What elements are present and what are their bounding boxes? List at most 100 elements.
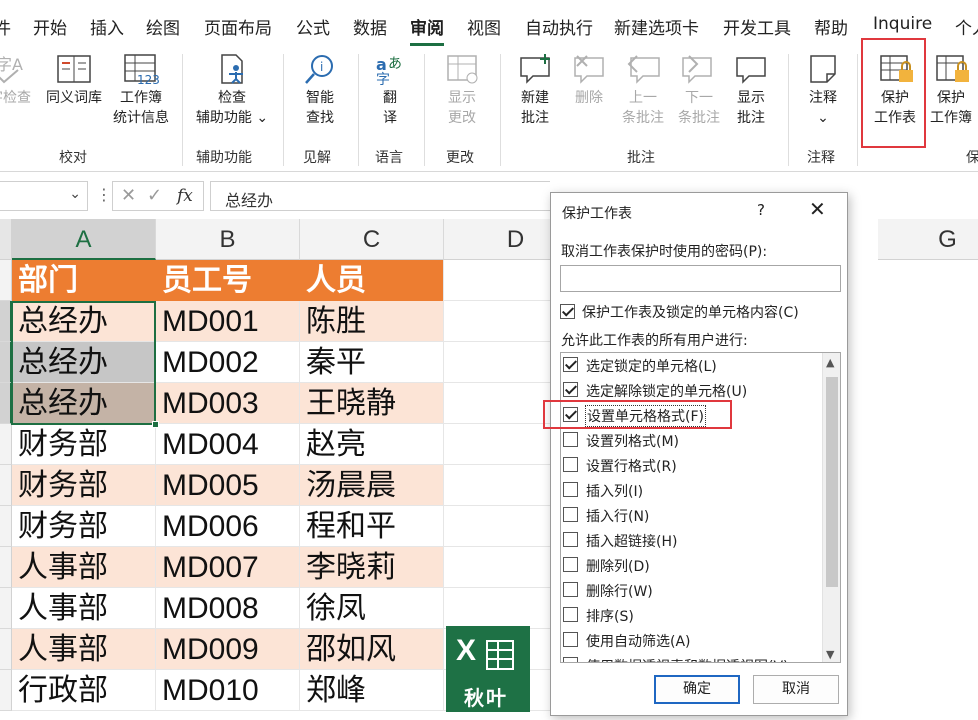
ok-button[interactable]: 确定 [654,675,740,704]
table-cell[interactable]: 总经办 [12,301,156,342]
table-cell[interactable]: 人事部 [12,547,156,588]
checkbox[interactable] [563,482,578,497]
table-cell[interactable]: MD009 [156,629,300,670]
table-cell[interactable]: 赵亮 [300,424,444,465]
table-cell[interactable]: 李晓莉 [300,547,444,588]
checkbox[interactable] [563,532,578,547]
row-header[interactable] [0,465,12,506]
checkbox[interactable] [563,507,578,522]
name-box[interactable]: ⌄ [0,181,88,211]
permission-item[interactable]: 删除行(W) [561,578,823,603]
permission-item[interactable]: 插入列(I) [561,478,823,503]
previous-comment-button[interactable]: 上一 条批注 [616,52,670,128]
select-all-corner[interactable] [0,219,12,260]
checkbox[interactable] [560,304,575,319]
row-header[interactable] [0,629,12,670]
table-cell[interactable]: 财务部 [12,424,156,465]
column-header-g[interactable]: G [878,219,978,260]
row-header[interactable] [0,670,12,711]
table-cell[interactable]: 汤晨晨 [300,465,444,506]
tab-page-layout[interactable]: 页面布局 [204,14,272,39]
scrollbar-thumb[interactable] [826,377,838,587]
table-cell[interactable]: 王晓静 [300,383,444,424]
insert-function-icon[interactable]: fx [177,186,193,206]
tab-insert[interactable]: 插入 [90,14,124,39]
tab-review[interactable]: 审阅 [410,14,444,39]
row-header[interactable] [0,547,12,588]
table-cell[interactable]: MD006 [156,506,300,547]
table-cell[interactable]: 财务部 [12,465,156,506]
checkbox[interactable] [563,557,578,572]
thesaurus-button[interactable]: 同义词库 [42,52,106,108]
tab-file[interactable]: 件 [0,14,11,39]
checkbox[interactable] [563,457,578,472]
table-cell[interactable]: MD005 [156,465,300,506]
row-header[interactable] [0,506,12,547]
permission-item[interactable]: 使用数据透视表和数据透视图(V) [561,653,823,662]
table-cell[interactable]: 人事部 [12,588,156,629]
tab-personal[interactable]: 个人 [955,14,978,39]
password-field[interactable] [560,265,841,292]
table-cell[interactable]: 邵如风 [300,629,444,670]
help-icon[interactable]: ? [757,201,765,219]
table-cell[interactable]: MD003 [156,383,300,424]
column-header-c[interactable]: C [300,219,444,260]
check-accessibility-button[interactable]: 检查 辅助功能 ⌄ [190,52,274,128]
table-cell[interactable]: MD007 [156,547,300,588]
column-header-a[interactable]: A [12,219,156,260]
permission-item[interactable]: 插入超链接(H) [561,528,823,553]
show-changes-button[interactable]: 显示 更改 [432,52,492,128]
tab-view[interactable]: 视图 [467,14,501,39]
list-scrollbar[interactable]: ▲ ▼ [822,353,840,662]
protect-workbook-button[interactable]: 保护 工作簿 [924,52,978,128]
enter-icon[interactable]: ✓ [147,185,162,206]
table-cell[interactable]: MD001 [156,301,300,342]
new-comment-button[interactable]: 新建 批注 [508,52,562,128]
tab-draw[interactable]: 绘图 [146,14,180,39]
table-cell[interactable]: MD008 [156,588,300,629]
checkbox[interactable] [563,432,578,447]
table-cell[interactable]: 财务部 [12,506,156,547]
formula-input[interactable]: 总经办 [210,181,550,211]
fill-handle[interactable] [152,421,159,428]
cancel-icon[interactable]: ✕ [121,185,136,206]
delete-comment-button[interactable]: 删除 [564,52,614,108]
smart-lookup-button[interactable]: i 智能 查找 [292,52,348,128]
table-cell[interactable]: 陈胜 [300,301,444,342]
tab-data[interactable]: 数据 [353,14,387,39]
spelling-button[interactable]: 字A 字检查 [0,52,38,108]
tab-developer[interactable]: 开发工具 [723,14,791,39]
close-icon[interactable]: ✕ [809,199,826,219]
notes-button[interactable]: 注释 ⌄ [798,52,848,128]
scroll-up-icon[interactable]: ▲ [826,356,834,369]
checkbox[interactable] [563,607,578,622]
checkbox[interactable] [563,382,578,397]
permission-item[interactable]: 排序(S) [561,603,823,628]
tab-help[interactable]: 帮助 [814,14,848,39]
checkbox[interactable] [563,657,578,662]
row-header[interactable] [0,383,12,424]
table-cell[interactable]: 郑峰 [300,670,444,711]
table-cell[interactable]: MD010 [156,670,300,711]
tab-new-tab[interactable]: 新建选项卡 [614,14,699,39]
table-cell[interactable]: 徐凤 [300,588,444,629]
permission-item[interactable]: 设置行格式(R) [561,453,823,478]
header-cell[interactable]: 员工号 [156,260,300,301]
header-cell[interactable]: 部门 [12,260,156,301]
next-comment-button[interactable]: 下一 条批注 [672,52,726,128]
more-options-icon[interactable]: ⋮ [96,185,112,204]
table-cell[interactable]: MD002 [156,342,300,383]
row-header[interactable] [0,260,12,301]
table-cell[interactable]: 人事部 [12,629,156,670]
permissions-list[interactable]: 选定锁定的单元格(L) 选定解除锁定的单元格(U) 设置单元格格式(F) 设置列格式(… [560,352,841,663]
scroll-down-icon[interactable]: ▼ [826,648,834,661]
tab-inquire[interactable]: Inquire [873,14,932,34]
table-cell[interactable]: 总经办 [12,342,156,383]
permission-item[interactable]: 插入行(N) [561,503,823,528]
translate-button[interactable]: aあ字 翻 译 [366,52,414,128]
row-header[interactable] [0,342,12,383]
checkbox[interactable] [563,582,578,597]
permission-item[interactable]: 选定锁定的单元格(L) [561,353,823,378]
checkbox[interactable] [563,357,578,372]
tab-home[interactable]: 开始 [33,14,67,39]
